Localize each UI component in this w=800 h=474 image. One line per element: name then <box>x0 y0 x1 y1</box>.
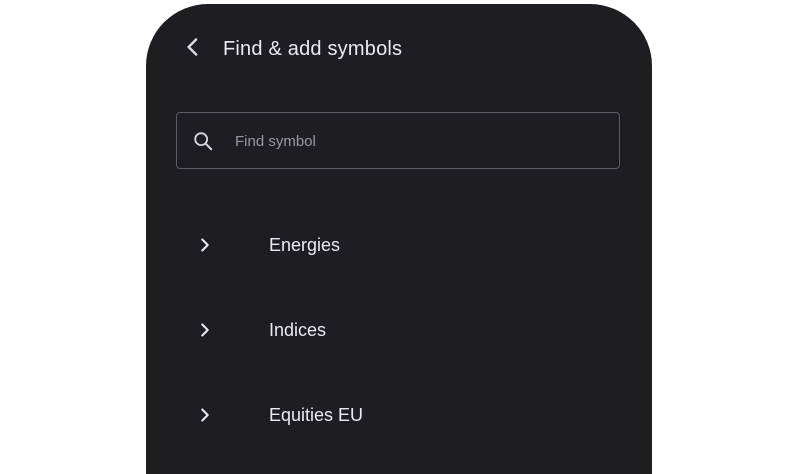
category-label: Indices <box>269 320 327 340</box>
back-button[interactable] <box>178 32 208 62</box>
top-app-bar: Find & add symbols <box>146 4 652 94</box>
search-field[interactable] <box>176 112 620 169</box>
search-icon <box>192 130 214 152</box>
app-screen: Find & add symbols Energies Indices <box>146 4 652 474</box>
chevron-right-icon <box>194 234 216 256</box>
category-item-indices[interactable]: Indices <box>146 289 652 374</box>
category-item-energies[interactable]: Energies <box>146 204 652 289</box>
category-list: Energies Indices Equities EU <box>146 204 652 459</box>
search-input[interactable] <box>235 127 595 155</box>
page-title: Find & add symbols <box>223 38 403 60</box>
chevron-right-icon <box>194 319 216 341</box>
category-label: Equities EU <box>269 405 364 425</box>
category-label: Energies <box>269 235 341 255</box>
chevron-left-icon <box>187 38 198 56</box>
category-item-equities-eu[interactable]: Equities EU <box>146 374 652 459</box>
chevron-right-icon <box>194 404 216 426</box>
